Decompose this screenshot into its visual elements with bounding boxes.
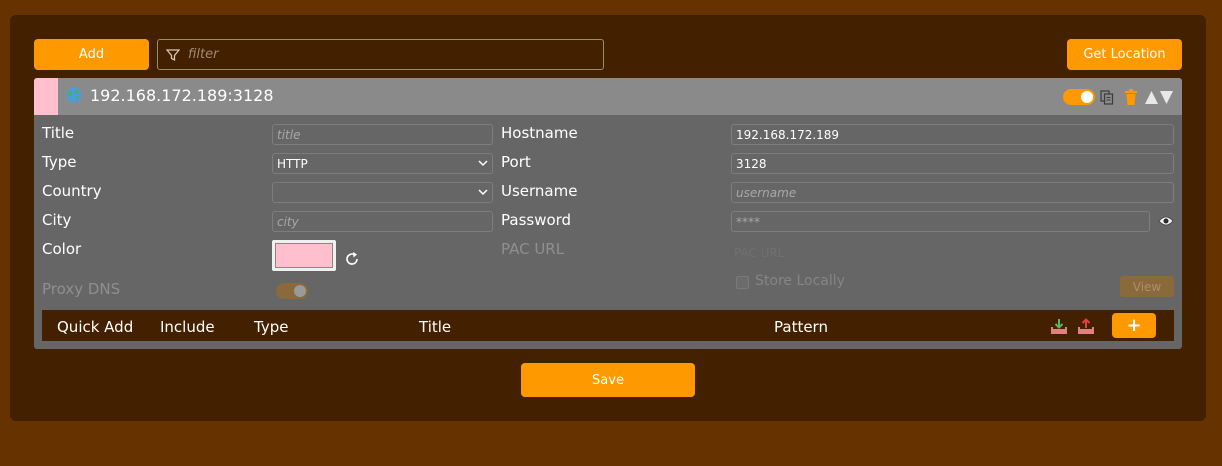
triangle-down-icon[interactable] (1160, 91, 1173, 104)
triangle-up-icon[interactable] (1145, 91, 1158, 104)
type-select[interactable]: HTTP (272, 153, 493, 174)
get-location-button[interactable]: Get Location (1067, 39, 1182, 70)
pac-url-input[interactable]: PAC URL (734, 246, 784, 260)
view-button[interactable]: View (1120, 276, 1174, 297)
proxy-enable-toggle[interactable] (1063, 89, 1095, 105)
type-label: Type (42, 153, 77, 171)
port-input[interactable]: 3128 (731, 153, 1174, 174)
eye-icon[interactable] (1158, 215, 1174, 227)
globe-icon (66, 87, 82, 103)
proxy-card-header: 192.168.172.189:3128 (34, 78, 1182, 115)
proxy-color-strip (34, 78, 58, 115)
column-title: Title (419, 318, 452, 336)
import-icon[interactable] (1051, 318, 1067, 334)
username-input[interactable]: username (731, 182, 1174, 203)
hostname-label: Hostname (501, 124, 578, 142)
column-pattern: Pattern (774, 318, 828, 336)
proxy-card: 192.168.172.189:3128 Title title Type HT… (34, 78, 1182, 349)
chevron-down-icon (478, 160, 488, 167)
hostname-input[interactable]: 192.168.172.189 (731, 124, 1174, 145)
column-quick-add: Quick Add (57, 318, 134, 336)
title-label: Title (42, 124, 75, 142)
store-locally-checkbox[interactable] (736, 276, 749, 289)
main-panel: Add Get Location 192.168.172.189:3128 (10, 15, 1206, 421)
proxy-dns-toggle[interactable] (276, 283, 308, 299)
filter-input[interactable] (186, 46, 590, 63)
save-button[interactable]: Save (521, 363, 695, 397)
color-label: Color (42, 240, 82, 258)
country-label: Country (42, 182, 102, 200)
proxy-header-title: 192.168.172.189:3128 (90, 86, 274, 105)
column-include: Include (160, 318, 215, 336)
password-input[interactable]: **** (731, 211, 1150, 232)
city-label: City (42, 211, 72, 229)
copy-icon[interactable] (1100, 90, 1114, 105)
chevron-down-icon (478, 189, 488, 196)
proxy-dns-label: Proxy DNS (42, 280, 121, 298)
color-picker[interactable] (272, 240, 336, 271)
city-input[interactable]: city (272, 211, 493, 232)
refresh-icon[interactable] (343, 250, 361, 268)
add-button[interactable]: Add (34, 39, 149, 70)
password-label: Password (501, 211, 572, 229)
title-input[interactable]: title (272, 124, 493, 145)
username-label: Username (501, 182, 578, 200)
store-locally-label: Store Locally (755, 273, 845, 289)
filter-icon (166, 48, 180, 61)
pac-url-label: PAC URL (501, 240, 565, 258)
export-icon[interactable] (1078, 318, 1094, 334)
country-select[interactable] (272, 182, 493, 203)
filter-box[interactable] (157, 39, 604, 70)
column-type: Type (254, 318, 289, 336)
type-select-value: HTTP (277, 156, 308, 171)
port-label: Port (501, 153, 531, 171)
trash-icon[interactable] (1124, 89, 1138, 105)
patterns-header: Quick Add Include Type Title Pattern + (42, 310, 1174, 341)
add-pattern-button[interactable]: + (1112, 313, 1156, 338)
